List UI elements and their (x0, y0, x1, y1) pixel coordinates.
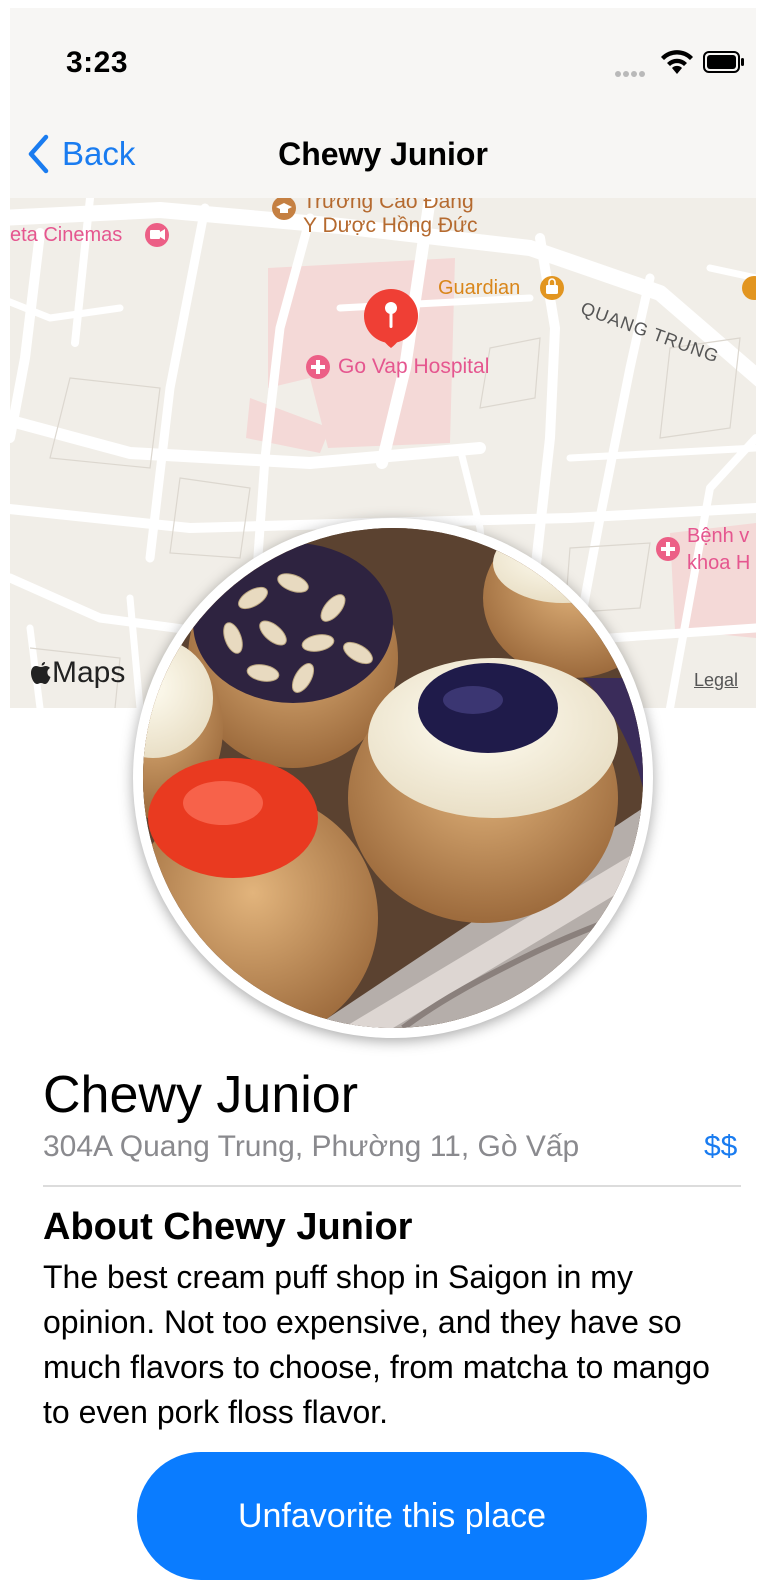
wifi-icon (661, 50, 693, 74)
place-address: 304A Quang Trung, Phường 11, Gò Vấp (43, 1130, 580, 1163)
place-photo (133, 518, 653, 1038)
map-label-benh: Bệnh v (687, 525, 750, 547)
unfavorite-button[interactable]: Unfavorite this place (137, 1452, 647, 1580)
map-label-benh-line2: khoa H (687, 552, 751, 574)
maps-brand-label: Maps (52, 656, 126, 689)
hospital-poi-icon (306, 355, 330, 379)
place-name: Chewy Junior (43, 1066, 359, 1124)
shopping-poi-icon (540, 276, 564, 300)
divider (43, 1185, 741, 1187)
maps-logo: Maps (30, 656, 125, 690)
about-heading: About Chewy Junior (43, 1206, 413, 1248)
battery-icon (703, 51, 744, 73)
cellular-signal-icon (615, 64, 651, 77)
map-label-guardian: Guardian (438, 277, 521, 299)
place-photo-image (143, 528, 643, 1028)
navigation-bar: 3:23 Back Chewy Junior (10, 8, 756, 199)
legal-link[interactable]: Legal (694, 670, 738, 691)
map-label-hospital: Go Vap Hospital (338, 355, 490, 378)
cinema-poi-icon (145, 223, 169, 247)
cream-puffs-illustration (143, 528, 643, 1028)
app-screen: 3:23 Back Chewy Junior Trường Cao Đẳng Y… (10, 8, 756, 1591)
apple-logo-icon (31, 662, 51, 684)
page-title: Chewy Junior (278, 136, 488, 172)
about-description: The best cream puff shop in Saigon in my… (43, 1259, 710, 1430)
map-label-school-line2: Y Dược Hồng Đức (303, 214, 478, 237)
price-level: $$ (704, 1130, 738, 1163)
hospital-poi-icon-right (656, 537, 680, 561)
status-time: 3:23 (66, 46, 129, 79)
map-label-school: Trường Cao Đẳng (303, 198, 474, 213)
map-label-cinema: eta Cinemas (10, 224, 123, 246)
